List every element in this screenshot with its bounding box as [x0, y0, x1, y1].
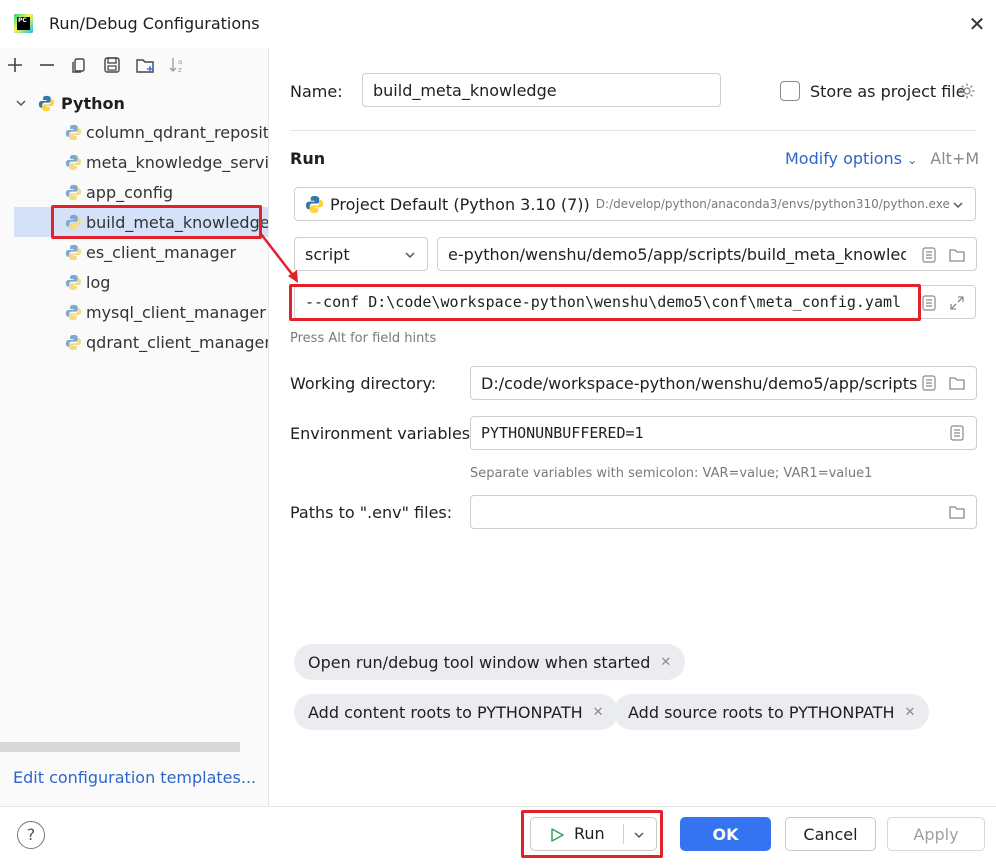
folder-icon[interactable]	[948, 503, 966, 521]
highlight-box-tree-item	[51, 205, 262, 239]
python-icon	[38, 95, 55, 111]
script-path-field[interactable]: e-python/wenshu/demo5/app/scripts/build_…	[437, 237, 977, 271]
list-icon[interactable]	[920, 246, 938, 264]
tree-item-label: qdrant_client_manager	[86, 332, 268, 352]
modify-options-shortcut: Alt+M	[930, 149, 980, 168]
script-path-value: e-python/wenshu/demo5/app/scripts/build_…	[448, 244, 906, 264]
chevron-down-icon[interactable]	[14, 96, 28, 110]
env-field[interactable]: PYTHONUNBUFFERED=1	[470, 416, 977, 450]
tree-item-column-qdrant-repository[interactable]: column_qdrant_repositor	[14, 117, 268, 147]
sort-icon[interactable]: az	[167, 54, 189, 76]
chevron-down-icon	[953, 202, 963, 209]
modify-options-link[interactable]: Modify options ⌄ Alt+M	[785, 149, 979, 168]
gear-icon[interactable]	[958, 82, 976, 100]
list-icon[interactable]	[920, 294, 938, 312]
env-label: Environment variables:	[290, 424, 476, 443]
modify-options-label: Modify options	[785, 149, 903, 168]
horizontal-scrollbar[interactable]	[0, 742, 240, 752]
interpreter-name: Project Default (Python 3.10 (7))	[330, 194, 590, 214]
svg-text:z: z	[178, 66, 182, 74]
svg-text:a: a	[178, 58, 182, 66]
close-icon[interactable]: ✕	[660, 655, 671, 670]
dotenv-label: Paths to ".env" files:	[290, 503, 453, 522]
pycharm-logo-icon: PC	[14, 14, 33, 33]
ok-button[interactable]: OK	[680, 817, 771, 851]
interpreter-dropdown[interactable]: Project Default (Python 3.10 (7)) D:/dev…	[294, 187, 976, 221]
add-icon[interactable]	[4, 54, 26, 76]
tree-root-python[interactable]: Python	[14, 90, 125, 116]
python-icon	[65, 124, 82, 140]
interpreter-path: D:/develop/python/anaconda3/envs/python3…	[595, 197, 950, 211]
window-title: Run/Debug Configurations	[49, 14, 260, 33]
script-type-value: script	[305, 244, 350, 264]
expand-icon[interactable]	[948, 294, 966, 312]
highlight-box-run	[521, 810, 663, 858]
tree-item-label: column_qdrant_repositor	[86, 122, 268, 142]
list-icon[interactable]	[948, 424, 966, 442]
separator	[290, 130, 977, 131]
highlight-box-params	[289, 284, 921, 321]
remove-icon[interactable]	[36, 54, 58, 76]
folder-icon[interactable]	[948, 374, 966, 392]
run-section-title: Run	[290, 149, 326, 168]
close-icon[interactable]: ✕	[905, 705, 916, 720]
cancel-button[interactable]: Cancel	[785, 817, 876, 851]
tree-item-app-config[interactable]: app_config	[14, 177, 268, 207]
tree-item-qdrant-client-manager[interactable]: qdrant_client_manager	[14, 327, 268, 357]
tree-item-label: meta_knowledge_service	[86, 152, 268, 172]
dialog-footer: ? Run OK Cancel Apply	[0, 806, 996, 866]
chip-label: Add source roots to PYTHONPATH	[628, 702, 895, 722]
workdir-label: Working directory:	[290, 374, 437, 393]
store-project-checkbox[interactable]	[780, 81, 800, 101]
tree-item-log[interactable]: log	[14, 267, 268, 297]
tree-item-label: mysql_client_manager	[86, 302, 266, 322]
python-icon	[65, 244, 82, 260]
dotenv-field[interactable]	[470, 495, 977, 529]
env-hint: Separate variables with semicolon: VAR=v…	[470, 466, 873, 481]
python-icon	[65, 304, 82, 320]
list-icon[interactable]	[920, 374, 938, 392]
tree-root-label: Python	[61, 93, 125, 113]
config-form: Name: build_meta_knowledge Store as proj…	[270, 48, 996, 806]
python-icon	[65, 334, 82, 350]
chevron-down-icon	[405, 252, 415, 259]
edit-templates-link[interactable]: Edit configuration templates...	[13, 768, 256, 787]
tree-item-label: log	[86, 272, 111, 292]
chip-source-roots[interactable]: Add source roots to PYTHONPATH ✕	[614, 694, 930, 730]
apply-button[interactable]: Apply	[887, 817, 985, 851]
tree-item-label: app_config	[86, 182, 174, 202]
chip-label: Add content roots to PYTHONPATH	[308, 702, 583, 722]
close-icon[interactable]: ✕	[593, 705, 604, 720]
help-button[interactable]: ?	[17, 821, 45, 849]
store-project-label: Store as project file	[810, 82, 966, 101]
folder-icon[interactable]	[948, 246, 966, 264]
close-icon[interactable]: ✕	[967, 14, 987, 34]
field-hint: Press Alt for field hints	[290, 331, 437, 346]
python-icon	[65, 274, 82, 290]
name-label: Name:	[290, 82, 343, 101]
python-icon	[305, 195, 324, 213]
tree-toolbar: az	[0, 48, 269, 84]
tree-item-mysql-client-manager[interactable]: mysql_client_manager	[14, 297, 268, 327]
python-icon	[65, 184, 82, 200]
chevron-down-icon: ⌄	[907, 153, 918, 167]
copy-icon[interactable]	[68, 54, 90, 76]
tree-item-es-client-manager[interactable]: es_client_manager	[14, 237, 268, 267]
save-icon[interactable]	[101, 54, 123, 76]
title-bar: PC Run/Debug Configurations ✕	[0, 0, 996, 48]
tree-item-label: es_client_manager	[86, 242, 237, 262]
new-folder-icon[interactable]	[134, 54, 156, 76]
chip-open-tool-window[interactable]: Open run/debug tool window when started ✕	[294, 644, 686, 680]
chip-label: Open run/debug tool window when started	[308, 652, 651, 672]
tree-item-meta-knowledge-service[interactable]: meta_knowledge_service	[14, 147, 268, 177]
name-field[interactable]: build_meta_knowledge	[362, 73, 721, 107]
chip-content-roots[interactable]: Add content roots to PYTHONPATH ✕	[294, 694, 618, 730]
workdir-field[interactable]: D:/code/workspace-python/wenshu/demo5/ap…	[470, 366, 977, 400]
arrow-icon	[260, 233, 298, 283]
python-icon	[65, 154, 82, 170]
script-type-dropdown[interactable]: script	[294, 237, 428, 271]
config-tree-panel: az Python column_qdrant_repositor meta_k…	[0, 48, 269, 806]
